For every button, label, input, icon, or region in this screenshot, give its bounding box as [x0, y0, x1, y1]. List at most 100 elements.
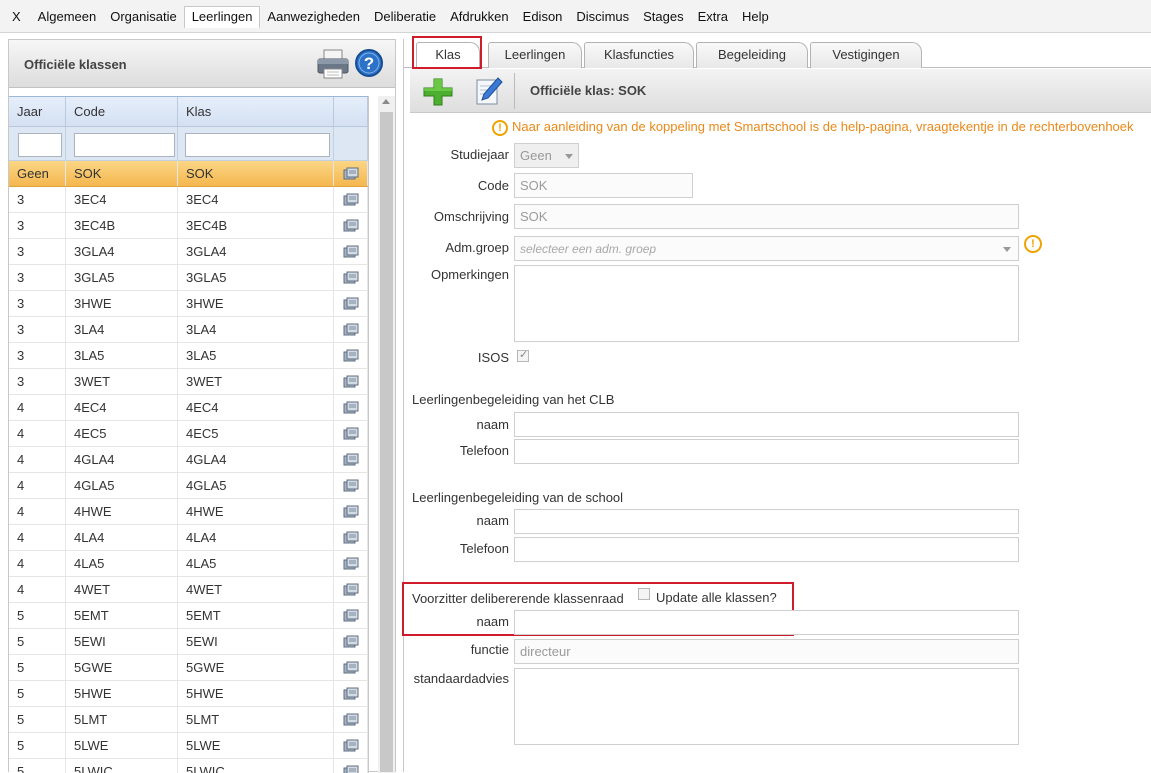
- cell-jaar: Geen: [9, 161, 66, 186]
- menu-item-stages[interactable]: Stages: [636, 9, 690, 24]
- menu-item-algemeen[interactable]: Algemeen: [31, 9, 104, 24]
- detail-icon[interactable]: [343, 375, 359, 389]
- detail-icon[interactable]: [343, 505, 359, 519]
- scroll-up-arrow-icon[interactable]: [382, 99, 390, 104]
- isos-checkbox[interactable]: [517, 348, 529, 362]
- tab-begeleiding[interactable]: Begeleiding: [696, 42, 808, 68]
- opmerkingen-textarea[interactable]: [514, 265, 1019, 342]
- menu-item-discimus[interactable]: Discimus: [569, 9, 636, 24]
- cell-code: 4EC4: [66, 395, 178, 420]
- menu-item-help[interactable]: Help: [735, 9, 776, 24]
- detail-icon[interactable]: [343, 531, 359, 545]
- omschrijving-field[interactable]: SOK: [514, 204, 1019, 229]
- table-row[interactable]: 3 3HWE 3HWE: [9, 291, 368, 317]
- detail-icon[interactable]: [343, 661, 359, 675]
- school-telefoon-field[interactable]: [514, 537, 1019, 562]
- school-naam-field[interactable]: [514, 509, 1019, 534]
- standaardadvies-textarea[interactable]: [514, 668, 1019, 745]
- class-list-panel: Officiële klassen ? Jaar Code Klas Geen …: [8, 39, 396, 773]
- table-row[interactable]: 5 5LWIC 5LWIC: [9, 759, 368, 773]
- clb-naam-field[interactable]: [514, 412, 1019, 437]
- table-row[interactable]: 3 3EC4B 3EC4B: [9, 213, 368, 239]
- cell-klas: 5HWE: [178, 681, 334, 706]
- clb-telefoon-field[interactable]: [514, 439, 1019, 464]
- detail-icon[interactable]: [343, 297, 359, 311]
- printer-icon[interactable]: [315, 48, 351, 80]
- admgroep-info-icon[interactable]: !: [1024, 235, 1042, 253]
- table-row[interactable]: 3 3GLA5 3GLA5: [9, 265, 368, 291]
- table-row[interactable]: 4 4LA5 4LA5: [9, 551, 368, 577]
- detail-icon[interactable]: [343, 609, 359, 623]
- detail-icon[interactable]: [343, 427, 359, 441]
- table-row[interactable]: 5 5LWE 5LWE: [9, 733, 368, 759]
- voorzitter-naam-field[interactable]: [514, 610, 1019, 635]
- menu-item-extra[interactable]: Extra: [691, 9, 735, 24]
- grid-header: Jaar Code Klas: [9, 96, 368, 127]
- detail-icon[interactable]: [343, 245, 359, 259]
- table-row[interactable]: 5 5LMT 5LMT: [9, 707, 368, 733]
- table-row[interactable]: 5 5EWI 5EWI: [9, 629, 368, 655]
- code-field[interactable]: SOK: [514, 173, 693, 198]
- detail-icon[interactable]: [343, 687, 359, 701]
- table-row[interactable]: 3 3LA5 3LA5: [9, 343, 368, 369]
- table-row[interactable]: 3 3GLA4 3GLA4: [9, 239, 368, 265]
- tab-vestigingen[interactable]: Vestigingen: [810, 42, 922, 68]
- menu-item-organisatie[interactable]: Organisatie: [103, 9, 183, 24]
- table-row[interactable]: 5 5HWE 5HWE: [9, 681, 368, 707]
- grid-scrollbar[interactable]: [378, 96, 395, 773]
- column-header-code[interactable]: Code: [66, 97, 178, 127]
- menu-item-x[interactable]: X: [0, 9, 31, 24]
- add-icon[interactable]: [422, 77, 454, 107]
- cell-klas: 3HWE: [178, 291, 334, 316]
- table-row[interactable]: 5 5GWE 5GWE: [9, 655, 368, 681]
- toolbar-separator: [514, 73, 515, 109]
- detail-icon[interactable]: [343, 479, 359, 493]
- detail-icon[interactable]: [343, 193, 359, 207]
- table-row[interactable]: 3 3WET 3WET: [9, 369, 368, 395]
- menu-item-edison[interactable]: Edison: [516, 9, 570, 24]
- column-header-jaar[interactable]: Jaar: [9, 97, 66, 127]
- update-all-checkbox[interactable]: [638, 588, 650, 600]
- detail-icon[interactable]: [343, 323, 359, 337]
- detail-icon[interactable]: [343, 635, 359, 649]
- column-header-klas[interactable]: Klas: [178, 97, 334, 127]
- table-row[interactable]: 4 4EC5 4EC5: [9, 421, 368, 447]
- detail-icon[interactable]: [343, 739, 359, 753]
- studiejaar-select[interactable]: Geen: [514, 143, 579, 168]
- detail-icon[interactable]: [343, 349, 359, 363]
- table-row[interactable]: 4 4GLA4 4GLA4: [9, 447, 368, 473]
- detail-icon[interactable]: [343, 557, 359, 571]
- help-icon[interactable]: ?: [354, 48, 384, 78]
- table-row[interactable]: 4 4LA4 4LA4: [9, 525, 368, 551]
- detail-icon[interactable]: [343, 583, 359, 597]
- table-row[interactable]: 3 3EC4 3EC4: [9, 187, 368, 213]
- table-row[interactable]: 4 4WET 4WET: [9, 577, 368, 603]
- functie-field[interactable]: directeur: [514, 639, 1019, 664]
- table-row[interactable]: 5 5EMT 5EMT: [9, 603, 368, 629]
- filter-code-input[interactable]: [74, 133, 175, 157]
- detail-icon[interactable]: [343, 713, 359, 727]
- filter-jaar-input[interactable]: [18, 133, 62, 157]
- tab-klasfuncties[interactable]: Klasfuncties: [584, 42, 694, 68]
- filter-klas-input[interactable]: [185, 133, 330, 157]
- scroll-thumb[interactable]: [380, 112, 393, 772]
- menu-item-leerlingen[interactable]: Leerlingen: [183, 6, 261, 28]
- detail-icon[interactable]: [343, 219, 359, 233]
- menu-item-aanwezigheden[interactable]: Aanwezigheden: [260, 9, 367, 24]
- detail-icon[interactable]: [343, 271, 359, 285]
- table-row[interactable]: 4 4EC4 4EC4: [9, 395, 368, 421]
- cell-code: 4HWE: [66, 499, 178, 524]
- table-row[interactable]: 3 3LA4 3LA4: [9, 317, 368, 343]
- table-row[interactable]: 4 4HWE 4HWE: [9, 499, 368, 525]
- edit-icon[interactable]: [473, 75, 505, 107]
- detail-icon[interactable]: [343, 401, 359, 415]
- info-icon: !: [492, 119, 508, 136]
- table-row[interactable]: Geen SOK SOK: [9, 161, 368, 187]
- tab-leerlingen[interactable]: Leerlingen: [488, 42, 582, 68]
- detail-icon[interactable]: [343, 453, 359, 467]
- admgroep-select[interactable]: selecteer een adm. groep: [514, 236, 1019, 261]
- menu-item-afdrukken[interactable]: Afdrukken: [443, 9, 516, 24]
- detail-icon[interactable]: [343, 167, 359, 181]
- menu-item-deliberatie[interactable]: Deliberatie: [367, 9, 443, 24]
- table-row[interactable]: 4 4GLA5 4GLA5: [9, 473, 368, 499]
